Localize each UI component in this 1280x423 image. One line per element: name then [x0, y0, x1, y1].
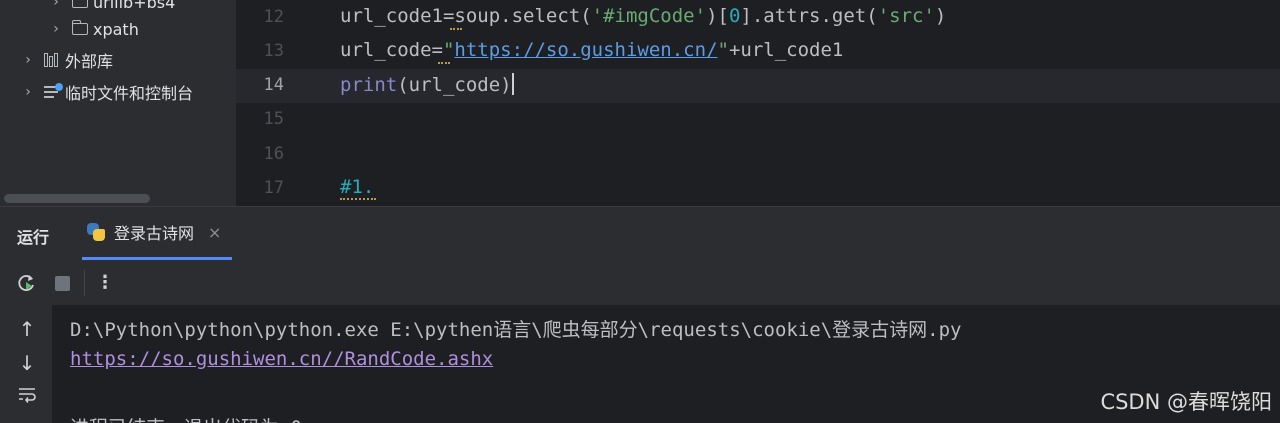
line-number: 12: [263, 7, 284, 27]
code-string: 'src': [877, 5, 935, 27]
code-token: url_code=: [340, 39, 443, 61]
text-caret: [511, 73, 514, 95]
run-panel-title: 运行: [17, 228, 50, 247]
tree-item-label: 外部库: [65, 52, 114, 71]
code-comment: #1.: [340, 176, 375, 198]
console-command-line: D:\Python\python\python.exe E:\pythen语言\…: [70, 319, 962, 341]
code-line-17[interactable]: #1.: [340, 176, 374, 198]
line-number: 13: [263, 41, 284, 61]
code-line-13[interactable]: url_code="https://so.gushiwen.cn/"+url_c…: [340, 39, 843, 61]
chevron-right-icon[interactable]: ›: [50, 21, 62, 37]
code-token: ].attrs.get(: [740, 5, 878, 27]
folder-icon: [72, 0, 88, 8]
horizontal-scrollbar[interactable]: [4, 194, 150, 203]
console-exit-message: 进程已结束，退出代码为 0: [70, 413, 302, 423]
code-token: (url_code): [397, 74, 512, 96]
stop-button[interactable]: [51, 272, 73, 294]
project-tree: › urllib+bs4 › xpath › 外部库 › 临时文件和控制台: [0, 0, 236, 206]
line-number-current: 14: [263, 75, 284, 95]
scroll-up-icon[interactable]: ↑: [14, 317, 40, 343]
tree-item-xpath[interactable]: › xpath: [50, 14, 139, 44]
run-toolbar: ⋮: [0, 260, 1280, 305]
code-token: +url_code1: [728, 39, 844, 61]
code-string: '#imgCode': [591, 5, 707, 27]
chevron-right-icon[interactable]: ›: [22, 84, 34, 100]
tree-item-scratches[interactable]: › 临时文件和控制台: [22, 77, 193, 107]
code-editor[interactable]: 12 13 14 15 16 17 url_code1=soup.select(…: [236, 0, 1280, 206]
console-output[interactable]: D:\Python\python\python.exe E:\pythen语言\…: [52, 305, 1280, 423]
scratches-icon: [44, 83, 63, 99]
code-token: ): [934, 5, 947, 27]
tree-item-label: 临时文件和控制台: [65, 84, 194, 103]
code-builtin: print: [340, 74, 398, 96]
chevron-right-icon[interactable]: ›: [22, 52, 34, 68]
code-token: )[: [706, 5, 729, 27]
tree-item-label: urllib+bs4: [93, 0, 176, 12]
rerun-icon: [18, 275, 34, 291]
warning-underline: [340, 196, 376, 200]
more-options-button[interactable]: ⋮: [94, 272, 116, 294]
warning-underline: [438, 60, 450, 64]
toolbar-separator: [84, 270, 85, 296]
folder-icon: [71, 20, 88, 35]
code-token: url_code1=soup.select(: [340, 5, 592, 27]
tree-item-external-libraries[interactable]: › 外部库: [22, 45, 113, 75]
code-line-12[interactable]: url_code1=soup.select('#imgCode')[0].att…: [340, 5, 946, 27]
console-output-link[interactable]: https://so.gushiwen.cn//RandCode.ashx: [70, 348, 493, 370]
run-tab[interactable]: 登录古诗网 ×: [82, 207, 232, 260]
tree-item-label: xpath: [93, 19, 139, 39]
code-string: ": [717, 39, 729, 61]
watermark: CSDN @春晖饶阳: [1100, 390, 1272, 414]
close-icon[interactable]: ×: [208, 223, 221, 242]
soft-wrap-icon[interactable]: [14, 385, 40, 411]
chevron-right-icon[interactable]: ›: [50, 0, 62, 10]
stop-icon: [54, 275, 70, 291]
warning-underline: [450, 26, 462, 30]
code-line-14[interactable]: print(url_code): [340, 73, 514, 96]
scroll-down-icon[interactable]: ↓: [14, 351, 40, 377]
line-number: 16: [263, 144, 284, 164]
line-number: 17: [263, 178, 284, 198]
more-icon: ⋮: [96, 272, 114, 293]
soft-wrap-glyph: [19, 388, 36, 403]
run-tab-label: 登录古诗网: [114, 224, 195, 243]
code-number: 0: [728, 5, 741, 27]
code-url[interactable]: https://so.gushiwen.cn/: [454, 39, 717, 61]
console-side-toolbar: ↑ ↓: [0, 305, 52, 423]
rerun-button[interactable]: [16, 272, 38, 294]
library-icon: [44, 53, 60, 67]
code-string: ": [442, 39, 455, 61]
python-icon: [86, 222, 106, 242]
run-panel-header: 运行 登录古诗网 ×: [0, 206, 1280, 260]
line-number: 15: [263, 109, 284, 129]
